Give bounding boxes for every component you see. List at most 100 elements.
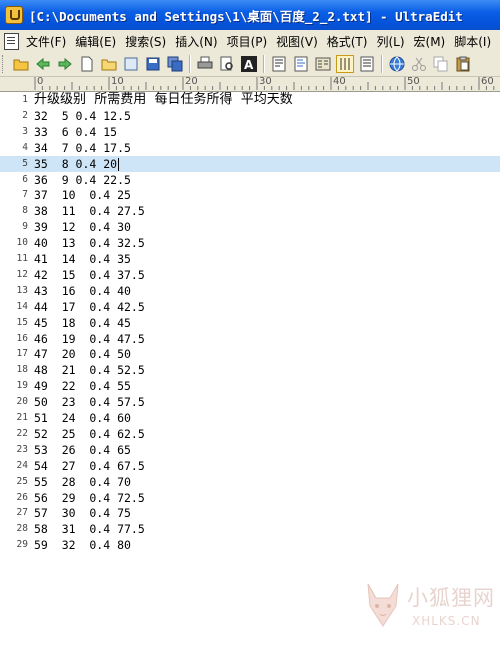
menu-macro[interactable]: 宏(M)	[411, 33, 452, 50]
line-text[interactable]: 59 32 0.4 80	[34, 537, 131, 553]
editor-line[interactable]: 5 35 8 0.4 20	[0, 155, 500, 172]
line-text[interactable]: 51 24 0.4 60	[34, 410, 131, 426]
print-preview-icon[interactable]	[218, 55, 236, 73]
editor-line[interactable]: 18 48 21 0.4 52.5	[0, 362, 500, 378]
line-text[interactable]: 45 18 0.4 45	[34, 315, 131, 331]
line-text[interactable]: 38 11 0.4 27.5	[34, 203, 145, 219]
cut-icon[interactable]	[410, 55, 428, 73]
editor-line[interactable]: 27 57 30 0.4 75	[0, 505, 500, 521]
line-text[interactable]: 57 30 0.4 75	[34, 505, 131, 521]
hex-edit-icon[interactable]	[314, 55, 332, 73]
column-mode-icon[interactable]	[336, 55, 354, 73]
editor-line[interactable]: 3 33 6 0.4 15	[0, 124, 500, 140]
menu-search[interactable]: 搜索(S)	[122, 33, 172, 50]
browser-view-icon[interactable]	[388, 55, 406, 73]
paste-icon[interactable]	[454, 55, 472, 73]
line-text[interactable]: 44 17 0.4 42.5	[34, 299, 145, 315]
editor-line[interactable]: 8 38 11 0.4 27.5	[0, 203, 500, 219]
menu-file[interactable]: 文件(F)	[23, 33, 72, 50]
open-file-icon[interactable]	[100, 55, 118, 73]
line-text[interactable]: 55 28 0.4 70	[34, 474, 131, 490]
editor-line[interactable]: 16 46 19 0.4 47.5	[0, 331, 500, 347]
document-icon[interactable]	[4, 32, 19, 50]
menu-edit[interactable]: 编辑(E)	[72, 33, 122, 50]
editor-line[interactable]: 29 59 32 0.4 80	[0, 537, 500, 553]
menu-view[interactable]: 视图(V)	[273, 33, 324, 50]
save-all-icon[interactable]	[166, 55, 184, 73]
line-text[interactable]: 42 15 0.4 37.5	[34, 267, 145, 283]
line-text[interactable]: 46 19 0.4 47.5	[34, 331, 145, 347]
forward-arrow-icon[interactable]	[56, 55, 74, 73]
line-text[interactable]: 34 7 0.4 17.5	[34, 140, 131, 156]
editor-line[interactable]: 12 42 15 0.4 37.5	[0, 267, 500, 283]
editor-line[interactable]: 17 47 20 0.4 50	[0, 346, 500, 362]
font-icon[interactable]: A	[240, 55, 258, 73]
editor-line[interactable]: 13 43 16 0.4 40	[0, 283, 500, 299]
editor-line[interactable]: 6 36 9 0.4 22.5	[0, 172, 500, 188]
menu-insert[interactable]: 插入(N)	[172, 33, 223, 50]
line-text[interactable]: 37 10 0.4 25	[34, 187, 131, 203]
format-icon[interactable]	[292, 55, 310, 73]
toolbar-separator	[189, 55, 191, 73]
line-number: 23	[16, 443, 28, 455]
list-view-icon[interactable]	[358, 55, 376, 73]
line-text[interactable]: 升级级别 所需费用 每日任务所得 平均天数	[34, 92, 293, 108]
toolbar-grip[interactable]	[2, 55, 7, 73]
line-text[interactable]: 50 23 0.4 57.5	[34, 394, 145, 410]
line-text[interactable]: 53 26 0.4 65	[34, 442, 131, 458]
watermark-url: XHLKS.CN	[412, 614, 481, 628]
line-text[interactable]: 48 21 0.4 52.5	[34, 362, 145, 378]
line-text[interactable]: 56 29 0.4 72.5	[34, 490, 145, 506]
editor-line[interactable]: 22 52 25 0.4 62.5	[0, 426, 500, 442]
line-text[interactable]: 58 31 0.4 77.5	[34, 521, 145, 537]
line-text[interactable]: 52 25 0.4 62.5	[34, 426, 145, 442]
editor-line[interactable]: 4 34 7 0.4 17.5	[0, 140, 500, 156]
editor-line[interactable]: 23 53 26 0.4 65	[0, 442, 500, 458]
ruler-label: 60	[481, 76, 494, 87]
editor-line[interactable]: 28 58 31 0.4 77.5	[0, 521, 500, 537]
line-text[interactable]: 49 22 0.4 55	[34, 378, 131, 394]
line-text[interactable]: 43 16 0.4 40	[34, 283, 131, 299]
editor-line[interactable]: 10 40 13 0.4 32.5	[0, 235, 500, 251]
menu-format[interactable]: 格式(T)	[324, 33, 374, 50]
menu-column[interactable]: 列(L)	[373, 33, 410, 50]
print-icon[interactable]	[196, 55, 214, 73]
line-text[interactable]: 39 12 0.4 30	[34, 219, 131, 235]
line-number: 1	[22, 94, 28, 105]
editor-line[interactable]: 11 41 14 0.4 35	[0, 251, 500, 267]
editor-line[interactable]: 19 49 22 0.4 55	[0, 378, 500, 394]
line-text[interactable]: 32 5 0.4 12.5	[34, 108, 131, 124]
line-text[interactable]: 33 6 0.4 15	[34, 124, 117, 140]
editor-line[interactable]: 1 升级级别 所需费用 每日任务所得 平均天数	[0, 92, 500, 108]
copy-icon[interactable]	[432, 55, 450, 73]
menu-project[interactable]: 项目(P)	[224, 33, 274, 50]
new-file-icon[interactable]	[78, 55, 96, 73]
editor-line[interactable]: 2 32 5 0.4 12.5	[0, 108, 500, 124]
toolbar-separator	[381, 55, 383, 73]
editor-line[interactable]: 9 39 12 0.4 30	[0, 219, 500, 235]
ultraedit-app-icon[interactable]	[5, 6, 23, 24]
editor-line[interactable]: 26 56 29 0.4 72.5	[0, 490, 500, 506]
line-text[interactable]: 35 8 0.4 20	[34, 156, 117, 172]
editor-line[interactable]: 20 50 23 0.4 57.5	[0, 394, 500, 410]
editor-line[interactable]: 7 37 10 0.4 25	[0, 187, 500, 203]
editor-line[interactable]: 14 44 17 0.4 42.5	[0, 299, 500, 315]
line-text[interactable]: 36 9 0.4 22.5	[34, 172, 131, 188]
text-editor[interactable]: 1 升级级别 所需费用 每日任务所得 平均天数 2 32 5 0.4 12.5 3 33 …	[0, 92, 500, 628]
line-text[interactable]: 41 14 0.4 35	[34, 251, 131, 267]
line-text[interactable]: 47 20 0.4 50	[34, 346, 131, 362]
save-icon[interactable]	[144, 55, 162, 73]
line-text[interactable]: 54 27 0.4 67.5	[34, 458, 145, 474]
open-folder-icon[interactable]	[12, 55, 30, 73]
menu-script[interactable]: 脚本(I)	[451, 33, 497, 50]
line-number: 27	[16, 507, 28, 519]
editor-line[interactable]: 24 54 27 0.4 67.5	[0, 458, 500, 474]
word-wrap-icon[interactable]	[270, 55, 288, 73]
close-file-icon[interactable]	[122, 55, 140, 73]
svg-text:A: A	[244, 58, 254, 72]
back-arrow-icon[interactable]	[34, 55, 52, 73]
editor-line[interactable]: 21 51 24 0.4 60	[0, 410, 500, 426]
line-text[interactable]: 40 13 0.4 32.5	[34, 235, 145, 251]
editor-line[interactable]: 15 45 18 0.4 45	[0, 315, 500, 331]
editor-line[interactable]: 25 55 28 0.4 70	[0, 474, 500, 490]
